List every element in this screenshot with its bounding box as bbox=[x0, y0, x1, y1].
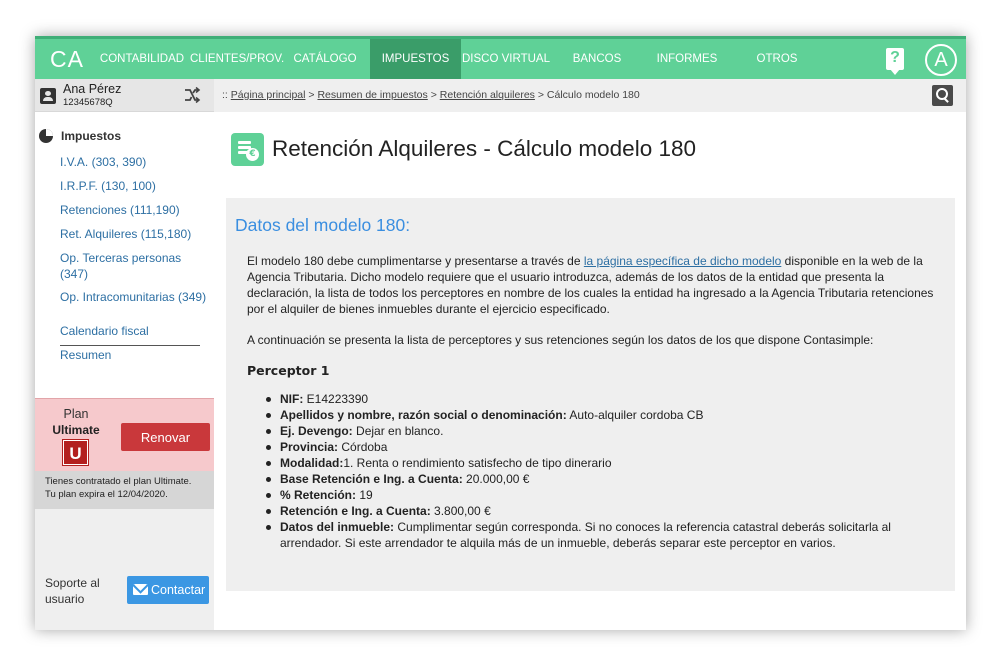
detail-porcentaje: % Retención: 19 bbox=[266, 487, 931, 503]
detail-value: Córdoba bbox=[338, 440, 388, 454]
sidebar-divider bbox=[60, 345, 200, 346]
taxes-menu: Impuestos I.V.A. (303, 390) I.R.P.F. (13… bbox=[35, 112, 214, 398]
detail-label: NIF: bbox=[280, 392, 304, 406]
sidebar-item-resumen[interactable]: Resumen bbox=[60, 347, 210, 363]
shuffle-icon[interactable] bbox=[183, 86, 201, 104]
detail-inmueble: Datos del inmueble: Cumplimentar según c… bbox=[266, 519, 931, 551]
intro-paragraph: El modelo 180 debe cumplimentarse y pres… bbox=[247, 253, 952, 317]
detail-label: Apellidos y nombre, razón social o denom… bbox=[280, 408, 567, 422]
breadcrumb-home[interactable]: Página principal bbox=[231, 89, 306, 101]
perceptors-paragraph: A continuación se presenta la lista de p… bbox=[247, 333, 874, 347]
detail-value: 1. Renta o rendimiento satisfecho de tip… bbox=[343, 456, 612, 470]
app-logo[interactable]: CA bbox=[50, 46, 84, 73]
detail-value: 20.000,00 € bbox=[462, 472, 530, 486]
sidebar-item-irpf[interactable]: I.R.P.F. (130, 100) bbox=[60, 178, 210, 194]
nav-contabilidad[interactable]: CONTABILIDAD bbox=[99, 39, 185, 79]
nav-otros[interactable]: OTROS bbox=[735, 39, 819, 79]
breadcrumb-separator: > bbox=[308, 89, 315, 101]
pie-chart-icon bbox=[39, 129, 53, 143]
user-name: Ana Pérez bbox=[63, 82, 122, 96]
support-label: Soporte al usuario bbox=[45, 576, 100, 606]
plan-expiry-line: Tu plan expira el 12/04/2020. bbox=[45, 489, 168, 500]
sidebar-item-retenciones[interactable]: Retenciones (111,190) bbox=[60, 202, 210, 218]
nav-catalogo[interactable]: CATÁLOGO bbox=[285, 39, 365, 79]
user-card-icon bbox=[40, 88, 56, 104]
intro-text-before: El modelo 180 debe cumplimentarse y pres… bbox=[247, 254, 584, 268]
perceptor-details: NIF: E14223390 Apellidos y nombre, razón… bbox=[266, 391, 931, 551]
breadcrumb-separator: > bbox=[537, 89, 544, 101]
plan-name: Ultimate bbox=[52, 423, 100, 437]
detail-label: Ej. Devengo: bbox=[280, 424, 353, 438]
page-title: Retención Alquileres - Cálculo modelo 18… bbox=[272, 136, 696, 161]
app-window: CA CONTABILIDAD CLIENTES/PROV. CATÁLOGO … bbox=[35, 36, 966, 630]
nav-informes[interactable]: INFORMES bbox=[645, 39, 729, 79]
plan-label: Plan bbox=[63, 407, 89, 421]
panel-title: Datos del modelo 180: bbox=[235, 215, 411, 235]
detail-modalidad: Modalidad:1. Renta o rendimiento satisfe… bbox=[266, 455, 931, 471]
sidebar-item-calendario[interactable]: Calendario fiscal bbox=[60, 323, 210, 339]
sidebar-item-iva[interactable]: I.V.A. (303, 390) bbox=[60, 154, 210, 170]
mail-icon bbox=[133, 584, 148, 595]
user-box: Ana Pérez 12345678Q bbox=[35, 79, 214, 112]
model-data-panel: Datos del modelo 180: El modelo 180 debe… bbox=[226, 198, 955, 591]
breadcrumb-resumen[interactable]: Resumen de impuestos bbox=[317, 89, 427, 101]
search-icon[interactable] bbox=[932, 85, 953, 106]
detail-label: Base Retención e Ing. a Cuenta: bbox=[280, 472, 463, 486]
model-page-link[interactable]: la página específica de dicho modelo bbox=[584, 254, 781, 268]
breadcrumb-retencion[interactable]: Retención alquileres bbox=[440, 89, 535, 101]
nav-impuestos[interactable]: IMPUESTOS bbox=[370, 39, 461, 79]
icon-bar bbox=[238, 141, 251, 144]
detail-label: Retención e Ing. a Cuenta: bbox=[280, 504, 431, 518]
contact-button[interactable]: Contactar bbox=[127, 576, 209, 604]
breadcrumb-current: Cálculo modelo 180 bbox=[546, 89, 640, 101]
plan-box: Plan Ultimate U Renovar bbox=[35, 398, 214, 471]
detail-base-retencion: Base Retención e Ing. a Cuenta: 20.000,0… bbox=[266, 471, 931, 487]
sidebar-item-ret-alquileres[interactable]: Ret. Alquileres (115,180) bbox=[60, 226, 210, 242]
nav-disco-virtual[interactable]: DISCO VIRTUAL bbox=[461, 39, 551, 79]
detail-value: Dejar en blanco. bbox=[352, 424, 444, 438]
user-id: 12345678Q bbox=[63, 97, 113, 108]
sidebar: Ana Pérez 12345678Q Impuestos I.V.A. (30… bbox=[35, 79, 214, 630]
detail-value: E14223390 bbox=[303, 392, 369, 406]
sidebar-item-terceras-personas[interactable]: Op. Terceras personas (347) bbox=[60, 250, 190, 282]
detail-value: 3.800,00 € bbox=[430, 504, 491, 518]
plan-badge-icon: U bbox=[62, 439, 89, 466]
detail-label: % Retención: bbox=[280, 488, 357, 502]
nav-bancos[interactable]: BANCOS bbox=[557, 39, 637, 79]
contact-label: Contactar bbox=[151, 583, 206, 597]
detail-label: Provincia: bbox=[280, 440, 339, 454]
avatar[interactable]: A bbox=[925, 44, 957, 76]
breadcrumb-separator: > bbox=[430, 89, 437, 101]
perceptor-title: Perceptor 1 bbox=[247, 363, 330, 378]
detail-provincia: Provincia: Córdoba bbox=[266, 439, 931, 455]
top-nav-bar: CA CONTABILIDAD CLIENTES/PROV. CATÁLOGO … bbox=[35, 36, 966, 79]
breadcrumb-bar: :: Página principal > Resumen de impuest… bbox=[214, 79, 966, 112]
detail-label: Datos del inmueble: bbox=[280, 520, 395, 534]
renew-button[interactable]: Renovar bbox=[121, 423, 210, 451]
euro-coin-icon: € bbox=[246, 148, 259, 161]
detail-value: Auto-alquiler cordoba CB bbox=[566, 408, 704, 422]
plan-info-line: Tienes contratado el plan Ultimate. bbox=[45, 476, 192, 487]
breadcrumb-prefix: :: bbox=[222, 89, 228, 101]
nav-clientes[interactable]: CLIENTES/PROV. bbox=[190, 39, 284, 79]
detail-retencion: Retención e Ing. a Cuenta: 3.800,00 € bbox=[266, 503, 931, 519]
sidebar-item-intracomunitarias[interactable]: Op. Intracomunitarias (349) bbox=[60, 289, 210, 305]
detail-nif: NIF: E14223390 bbox=[266, 391, 931, 407]
detail-nombre: Apellidos y nombre, razón social o denom… bbox=[266, 407, 931, 423]
section-title: Impuestos bbox=[61, 129, 122, 143]
plan-info: Tienes contratado el plan Ultimate. Tu p… bbox=[35, 471, 214, 509]
detail-label: Modalidad: bbox=[280, 456, 344, 470]
detail-value: 19 bbox=[356, 488, 373, 502]
help-icon[interactable]: ? bbox=[886, 48, 904, 75]
tax-document-icon: € bbox=[231, 133, 264, 166]
breadcrumb: :: Página principal > Resumen de impuest… bbox=[222, 89, 640, 101]
detail-devengo: Ej. Devengo: Dejar en blanco. bbox=[266, 423, 931, 439]
